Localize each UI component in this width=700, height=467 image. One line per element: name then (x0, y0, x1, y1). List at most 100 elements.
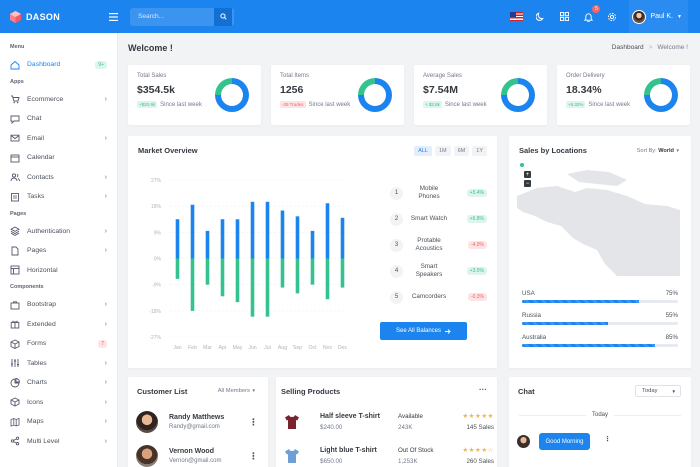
bar-series-2-jul[interactable] (265, 258, 270, 317)
x-tick-label: Jun (248, 345, 256, 351)
customer-row[interactable]: Randy Matthews Randy@gmail.com ⋮ (136, 407, 258, 437)
x-tick-label: Nov (323, 345, 333, 351)
stat-card-total-sales: Total Sales $354.5k +$20.9k Since last w… (128, 65, 261, 125)
product-row[interactable]: Half sleeve T-shirt $240.00 Available 24… (284, 405, 494, 438)
search-button[interactable] (214, 7, 232, 26)
bar-series-1-mar[interactable] (205, 230, 210, 259)
gear-icon[interactable] (605, 10, 619, 24)
chevron-down-icon: ▼ (671, 388, 676, 394)
bar-series-1-sep[interactable] (295, 216, 300, 259)
bar-series-2-sep[interactable] (295, 258, 300, 294)
bar-series-2-may[interactable] (235, 258, 240, 303)
sidebar-item-charts[interactable]: Charts › (0, 373, 117, 393)
bell-icon[interactable]: 5 (581, 4, 601, 24)
product-row[interactable]: Light blue T-shirt $650.00 Out Of Stock … (284, 439, 494, 467)
location-progress-fill (522, 300, 639, 303)
sidebar-item-contacts[interactable]: Contacts › (0, 168, 117, 188)
world-map[interactable]: + − (517, 163, 680, 276)
breadcrumb-separator: > (648, 44, 653, 51)
bar-series-2-oct[interactable] (310, 258, 315, 285)
customer-row[interactable]: Vernon Wood Vernon@gmail.com ⋮ (136, 441, 258, 467)
zoom-in-button[interactable]: + (524, 171, 531, 178)
market-legend: 1 Mobile Phones +5.4% 2 Smart Watch +6.8%… (390, 182, 487, 312)
market-item[interactable]: 4 Smart Speakers +3.5% (390, 260, 487, 282)
bar-series-1-oct[interactable] (310, 230, 315, 259)
search-icon (219, 13, 227, 20)
members-filter[interactable]: All Members ▼ (218, 388, 256, 394)
bar-series-1-dec[interactable] (340, 217, 345, 259)
bar-series-1-jun[interactable] (250, 201, 255, 259)
chat-day-label: Today (585, 412, 614, 418)
bar-series-2-mar[interactable] (205, 258, 210, 285)
more-options-icon[interactable]: ⋮ (249, 417, 258, 428)
search-input[interactable] (130, 13, 214, 20)
bar-series-1-jan[interactable] (175, 219, 180, 259)
bar-series-1-jul[interactable] (265, 201, 270, 259)
moon-icon[interactable] (533, 10, 547, 24)
message-options-icon[interactable]: ⋮ (604, 435, 611, 443)
bar-series-1-apr[interactable] (220, 219, 225, 259)
bar-series-2-apr[interactable] (220, 258, 225, 297)
more-options-icon[interactable]: ⋮ (249, 451, 258, 462)
market-item[interactable]: 3 Protable Acoustics -4.9% (390, 234, 487, 256)
sidebar-item-forms[interactable]: Forms 7 (0, 334, 117, 354)
sidebar-item-pages[interactable]: Pages › (0, 241, 117, 261)
sort-dropdown[interactable]: Sort By: World ▼ (637, 148, 680, 154)
breadcrumb-dashboard[interactable]: Dashboard (612, 44, 644, 51)
bar-series-2-jun[interactable] (250, 258, 255, 317)
stat-footer-text: Since last week (444, 101, 487, 108)
market-item[interactable]: 1 Mobile Phones +5.4% (390, 182, 487, 204)
sidebar-item-label: Icons (27, 398, 44, 406)
bar-series-1-may[interactable] (235, 219, 240, 259)
bar-series-2-feb[interactable] (190, 258, 195, 311)
range-all[interactable]: ALL (414, 146, 432, 156)
chat-date-select[interactable]: Today ▼ (635, 385, 681, 397)
file-icon (10, 246, 20, 256)
sidebar-item-calendar[interactable]: Calendar (0, 148, 117, 168)
range-6m[interactable]: 6M (453, 146, 470, 156)
map-marker[interactable] (520, 163, 524, 167)
zoom-out-button[interactable]: − (524, 180, 531, 187)
market-item[interactable]: 2 Smart Watch +6.8% (390, 208, 487, 230)
bar-series-2-dec[interactable] (340, 258, 345, 288)
sidebar-item-chat[interactable]: Chat (0, 109, 117, 129)
brand-name: DASON (26, 11, 61, 22)
sidebar-item-maps[interactable]: Maps › (0, 412, 117, 432)
market-item-number: 4 (390, 264, 403, 278)
product-price: $240.00 (320, 423, 343, 431)
breadcrumb: Dashboard > Welcome ! (612, 44, 688, 51)
bar-series-2-aug[interactable] (280, 258, 285, 288)
customer-email: Vernon@gmail.com (169, 458, 222, 464)
apps-grid-icon[interactable] (557, 10, 571, 24)
logo-icon (10, 10, 21, 23)
brand-logo[interactable]: DASON (0, 0, 118, 33)
sidebar-item-horizontal[interactable]: Horizontal (0, 261, 117, 281)
sidebar-item-tables[interactable]: Tables › (0, 354, 117, 374)
see-all-balances-button[interactable]: See All Balances (380, 322, 467, 340)
bar-series-2-jan[interactable] (175, 258, 180, 279)
sidebar-item-dashboard[interactable]: Dashboard 9+ (0, 55, 117, 75)
bar-series-1-feb[interactable] (190, 204, 195, 259)
chat-date-value: Today (642, 388, 658, 394)
more-options-icon[interactable]: ··· (479, 385, 487, 394)
menu-toggle-icon[interactable] (104, 8, 122, 26)
sidebar-item-authentication[interactable]: Authentication › (0, 222, 117, 242)
bar-series-2-nov[interactable] (325, 258, 330, 300)
range-1m[interactable]: 1M (434, 146, 451, 156)
sidebar-item-email[interactable]: Email › (0, 129, 117, 149)
sidebar-item-tasks[interactable]: Tasks › (0, 187, 117, 207)
market-item[interactable]: 5 Camcorders -0.3% (390, 286, 487, 308)
sidebar-item-multi-level[interactable]: Multi Level › (0, 432, 117, 452)
sidebar-item-extended[interactable]: Extended › (0, 315, 117, 335)
sidebar-item-icons[interactable]: Icons › (0, 393, 117, 413)
user-menu[interactable]: Paul K. ▼ (629, 0, 688, 33)
range-1y[interactable]: 1Y (472, 146, 487, 156)
x-tick-label: Dec (338, 345, 348, 351)
main-content: Welcome ! Dashboard > Welcome ! Total Sa… (118, 33, 700, 467)
bar-series-1-aug[interactable] (280, 210, 285, 259)
sidebar-item-ecommerce[interactable]: Ecommerce › (0, 90, 117, 110)
bar-series-1-nov[interactable] (325, 203, 330, 259)
sidebar-item-bootstrap[interactable]: Bootstrap › (0, 295, 117, 315)
chevron-down-icon: ▼ (251, 388, 256, 393)
language-flag-icon[interactable] (509, 10, 523, 24)
